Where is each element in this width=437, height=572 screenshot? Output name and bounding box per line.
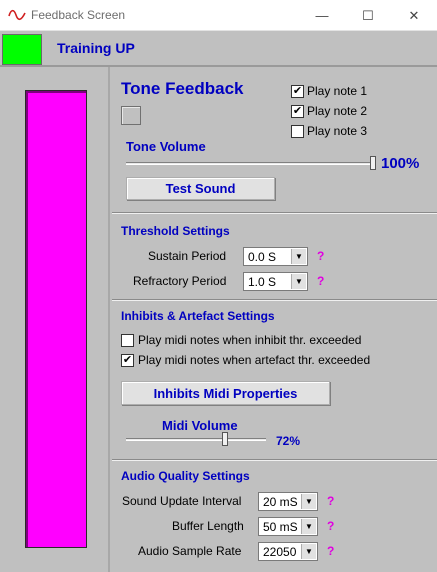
refractory-period-value: 1.0 S [248, 274, 277, 289]
minimize-icon: — [315, 8, 329, 23]
note3-checkbox-row[interactable]: Play note 3 [291, 124, 367, 138]
note3-label: Play note 3 [307, 124, 368, 138]
inhibit-checkbox[interactable] [121, 333, 134, 347]
midi-volume-label: Midi Volume [162, 418, 238, 433]
sustain-help-icon[interactable]: ? [317, 249, 324, 263]
midi-volume-value: 72% [276, 434, 301, 448]
feedback-meter-bar [25, 90, 87, 548]
tone-volume-value: 100% [381, 155, 420, 172]
inhibits-heading: Inhibits & Artefact Settings [121, 309, 275, 323]
refractory-period-label: Refractory Period [133, 274, 227, 288]
tone-indicator-box [121, 106, 141, 125]
maximize-button[interactable]: ☐ [345, 0, 391, 31]
inhibits-midi-properties-button[interactable]: Inhibits Midi Properties [121, 381, 330, 405]
tone-volume-slider[interactable] [126, 156, 376, 172]
update-help-icon[interactable]: ? [327, 494, 334, 508]
chevron-down-icon: ▼ [301, 519, 316, 534]
close-icon: ✕ [408, 7, 420, 23]
midi-volume-thumb[interactable] [222, 432, 228, 446]
chevron-down-icon: ▼ [291, 274, 306, 289]
chevron-down-icon: ▼ [301, 494, 316, 509]
separator [112, 212, 437, 214]
buffer-help-icon[interactable]: ? [327, 519, 334, 533]
chevron-down-icon: ▼ [301, 544, 316, 559]
audio-sample-rate-label: Audio Sample Rate [138, 544, 242, 558]
buffer-length-label: Buffer Length [172, 519, 244, 533]
threshold-heading: Threshold Settings [121, 224, 230, 238]
minimize-button[interactable]: — [299, 0, 345, 31]
note2-checkbox[interactable]: ✔ [291, 104, 304, 118]
tone-volume-label: Tone Volume [126, 139, 206, 154]
test-sound-button[interactable]: Test Sound [126, 177, 275, 200]
midi-volume-slider[interactable] [126, 432, 266, 448]
app-icon [8, 9, 26, 21]
inhibit-label: Play midi notes when inhibit thr. exceed… [138, 333, 362, 347]
inhibit-checkbox-row[interactable]: Play midi notes when inhibit thr. exceed… [121, 333, 361, 347]
rate-help-icon[interactable]: ? [327, 544, 334, 558]
tone-feedback-heading: Tone Feedback [121, 79, 244, 98]
status-title: Training UP [57, 40, 135, 56]
tone-volume-thumb[interactable] [370, 156, 376, 170]
midi-volume-track [126, 438, 266, 441]
note3-checkbox[interactable] [291, 124, 304, 138]
refractory-period-select[interactable]: 1.0 S ▼ [243, 272, 308, 291]
sustain-period-label: Sustain Period [148, 249, 227, 263]
audio-sample-rate-select[interactable]: 22050 ▼ [258, 542, 318, 561]
note1-checkbox-row[interactable]: ✔ Play note 1 [291, 84, 367, 98]
window-title: Feedback Screen [31, 8, 126, 22]
note2-checkbox-row[interactable]: ✔ Play note 2 [291, 104, 367, 118]
note1-checkbox[interactable]: ✔ [291, 84, 304, 98]
chevron-down-icon: ▼ [291, 249, 306, 264]
close-button[interactable]: ✕ [391, 0, 437, 31]
refractory-help-icon[interactable]: ? [317, 274, 324, 288]
sound-update-interval-label: Sound Update Interval [122, 494, 242, 508]
tone-volume-track [126, 162, 376, 165]
title-bar[interactable]: Feedback Screen — ☐ ✕ [0, 0, 437, 31]
sound-update-interval-value: 20 mS [263, 494, 298, 509]
sustain-period-value: 0.0 S [248, 249, 277, 264]
artefact-label: Play midi notes when artefact thr. excee… [138, 353, 371, 367]
note2-label: Play note 2 [307, 104, 368, 118]
buffer-length-value: 50 mS [263, 519, 298, 534]
buffer-length-select[interactable]: 50 mS ▼ [258, 517, 318, 536]
status-indicator [2, 34, 42, 65]
artefact-checkbox-row[interactable]: ✔ Play midi notes when artefact thr. exc… [121, 353, 370, 367]
sustain-period-select[interactable]: 0.0 S ▼ [243, 247, 308, 266]
artefact-checkbox[interactable]: ✔ [121, 353, 134, 367]
audio-sample-rate-value: 22050 [263, 544, 297, 559]
maximize-icon: ☐ [362, 7, 374, 23]
separator [112, 459, 437, 461]
sound-update-interval-select[interactable]: 20 mS ▼ [258, 492, 318, 511]
note1-label: Play note 1 [307, 84, 368, 98]
separator [112, 299, 437, 301]
audio-quality-heading: Audio Quality Settings [121, 469, 250, 483]
